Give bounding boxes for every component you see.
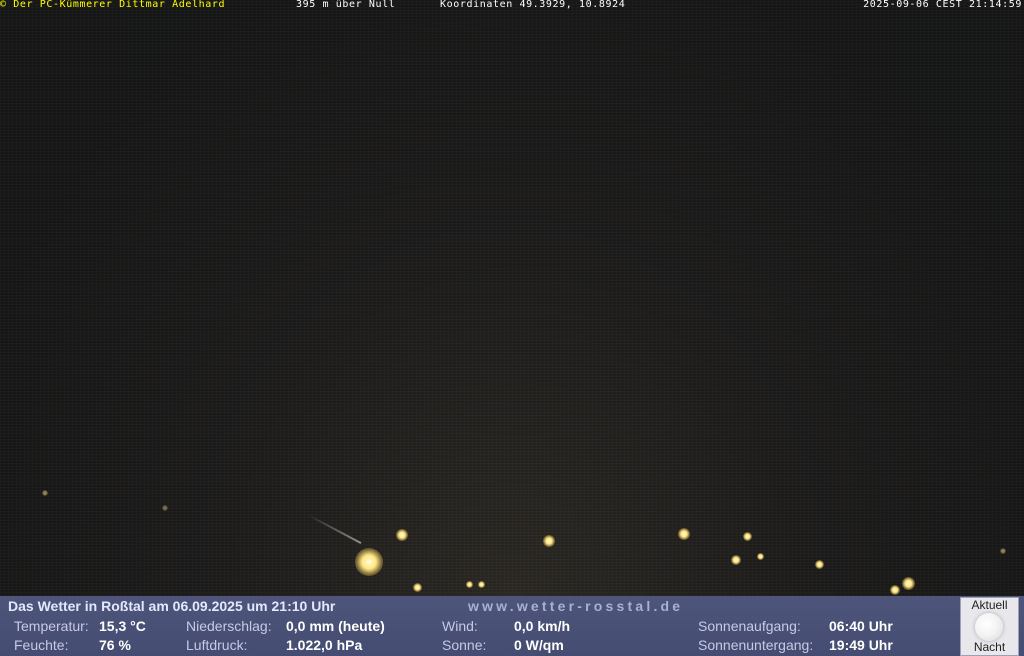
weather-title: Das Wetter in Roßtal am 06.09.2025 um 21… xyxy=(8,598,336,614)
humidity-value: 76 % xyxy=(99,637,131,653)
sunrise-label: Sonnenaufgang: xyxy=(698,618,801,634)
sunset-label: Sonnenuntergang: xyxy=(698,637,814,653)
pressure-value: 1.022,0 hPa xyxy=(286,637,363,653)
moon-phase-box: Aktuell Nacht xyxy=(960,597,1019,656)
copyright-text: © Der PC-Kümmerer Dittmar Adelhard xyxy=(0,0,226,10)
town-light xyxy=(902,577,915,590)
pressure-label: Luftdruck: xyxy=(186,637,248,653)
town-light xyxy=(678,528,690,540)
moon-icon xyxy=(975,613,1003,641)
website-url[interactable]: www.wetter-rosstal.de xyxy=(468,598,683,614)
wind-label: Wind: xyxy=(442,618,478,634)
town-light xyxy=(355,548,383,576)
moon-top-label: Aktuell xyxy=(971,598,1008,612)
sunrise-value: 06:40 Uhr xyxy=(829,618,893,634)
town-light xyxy=(815,560,824,569)
town-light xyxy=(731,555,741,565)
town-light xyxy=(413,583,422,592)
altitude-text: 395 m über Null xyxy=(296,0,396,10)
sun-value: 0 W/qm xyxy=(514,637,564,653)
town-light xyxy=(466,581,473,588)
webcam-image: © Der PC-Kümmerer Dittmar Adelhard 395 m… xyxy=(0,0,1024,596)
temperature-label: Temperatur: xyxy=(14,618,89,634)
moon-bottom-label: Nacht xyxy=(973,640,1006,654)
town-light xyxy=(1000,548,1006,554)
town-light xyxy=(42,490,48,496)
town-light xyxy=(743,532,752,541)
town-light xyxy=(890,585,900,595)
image-noise xyxy=(0,0,1024,596)
sunset-value: 19:49 Uhr xyxy=(829,637,893,653)
town-light xyxy=(478,581,485,588)
sun-label: Sonne: xyxy=(442,637,487,653)
town-light xyxy=(757,553,764,560)
temperature-value: 15,3 °C xyxy=(99,618,146,634)
town-light xyxy=(543,535,555,547)
wind-value: 0,0 km/h xyxy=(514,618,571,634)
town-light xyxy=(162,505,168,511)
coordinates-text: Koordinaten 49.3929, 10.8924 xyxy=(440,0,626,10)
humidity-label: Feuchte: xyxy=(14,637,69,653)
timestamp-text: 2025-09-06 CEST 21:14:59 xyxy=(863,0,1022,10)
camera-overlay: © Der PC-Kümmerer Dittmar Adelhard 395 m… xyxy=(0,0,1024,11)
town-light xyxy=(396,529,408,541)
weather-panel: Das Wetter in Roßtal am 06.09.2025 um 21… xyxy=(0,596,1024,656)
precipitation-label: Niederschlag: xyxy=(186,618,272,634)
precipitation-value: 0,0 mm (heute) xyxy=(286,618,385,634)
